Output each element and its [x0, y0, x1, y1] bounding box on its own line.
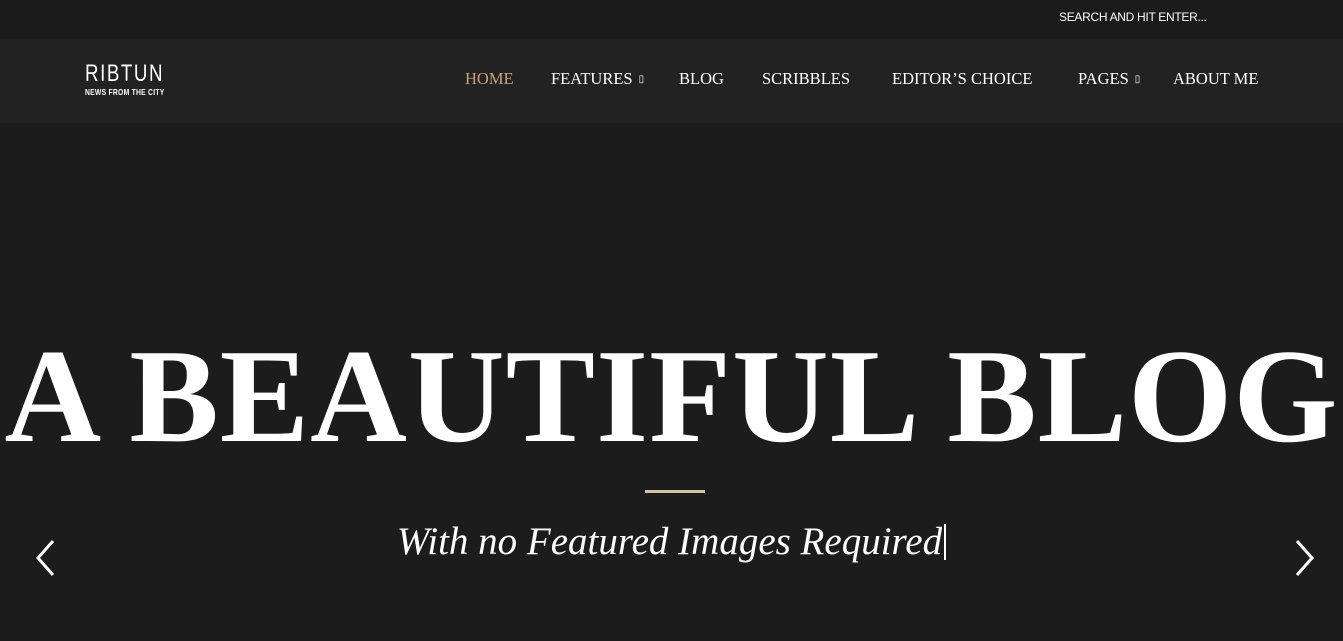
nav-item-pages[interactable]: PAGES ▯: [1078, 69, 1140, 89]
logo-title: RIBTUN: [85, 60, 165, 87]
top-bar: [0, 0, 1343, 39]
search-input[interactable]: [1059, 10, 1309, 24]
nav-label: SCRIBBLES: [762, 69, 851, 88]
logo-tagline: NEWS FROM THE CITY: [85, 87, 165, 97]
dropdown-icon: ▯: [1134, 74, 1141, 85]
hero-title: A BEAUTIFUL BLOG: [4, 322, 1339, 470]
nav-item-scribbles[interactable]: SCRIBBLES: [762, 69, 850, 89]
hero-subtitle: With no Featured Images Required: [0, 518, 1343, 566]
nav-item-home[interactable]: HOME: [465, 69, 514, 89]
nav-item-editors-choice[interactable]: EDITOR’S CHOICE: [892, 69, 1032, 89]
hero-subtitle-text: With no Featured Images Required: [396, 520, 943, 563]
nav-item-about-me[interactable]: ABOUT ME: [1173, 69, 1258, 89]
typing-cursor: [944, 524, 947, 560]
nav-item-blog[interactable]: BLOG: [679, 69, 724, 89]
logo[interactable]: RIBTUN NEWS FROM THE CITY: [85, 60, 186, 98]
slider-prev-arrow-icon[interactable]: [34, 538, 58, 578]
nav-item-features[interactable]: FEATURES ▯: [551, 69, 644, 89]
slider-next-arrow-icon[interactable]: [1292, 538, 1316, 578]
nav-label: ABOUT ME: [1173, 69, 1259, 88]
nav-label: EDITOR’S CHOICE: [892, 69, 1033, 88]
dropdown-icon: ▯: [638, 74, 645, 85]
nav-label: BLOG: [679, 69, 724, 88]
nav-label: PAGES: [1078, 69, 1129, 88]
hero-divider: [645, 490, 705, 493]
nav-label: FEATURES: [551, 69, 633, 88]
main-navigation: RIBTUN NEWS FROM THE CITY HOME FEATURES ▯…: [0, 39, 1343, 123]
nav-label: HOME: [465, 69, 514, 88]
